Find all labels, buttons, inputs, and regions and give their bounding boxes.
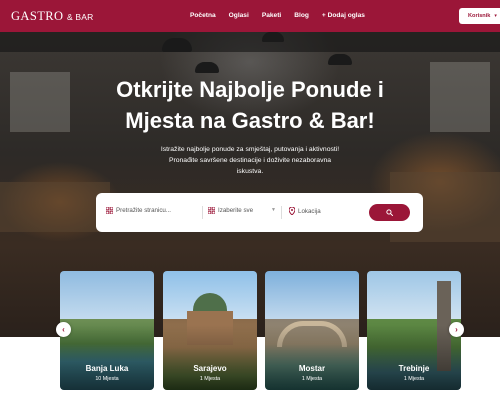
destination-city: Trebinje: [398, 364, 430, 373]
destination-card-banja-luka[interactable]: Banja Luka 10 Mjesta: [60, 271, 154, 390]
hero-subtitle: Istražite najbolje ponude za smještaj, p…: [150, 144, 350, 177]
user-menu-button[interactable]: Korisnik ▾: [459, 8, 500, 24]
nav-item-packages[interactable]: Paketi: [262, 12, 281, 19]
nav-item-listings[interactable]: Oglasi: [229, 12, 249, 19]
main-menu: Početna Oglasi Paketi Blog + Dodaj oglas: [190, 12, 378, 19]
search-query-placeholder: Pretražite stranicu...: [116, 207, 172, 214]
location-placeholder: Lokacija: [298, 207, 321, 215]
background-lamp: [262, 32, 284, 42]
location-field[interactable]: Lokacija: [289, 207, 321, 215]
logo-main-text: GASTRO: [11, 9, 64, 23]
grid-icon: [106, 207, 113, 214]
destination-card-sarajevo[interactable]: Sarajevo 1 Mjesta: [163, 271, 257, 390]
nav-item-add-listing[interactable]: + Dodaj oglas: [322, 12, 365, 19]
destination-city: Sarajevo: [193, 364, 227, 373]
hero-title-line: Otkrijte Najbolje Ponude i: [116, 77, 384, 102]
destination-count: 1 Mjesta: [199, 376, 221, 382]
carousel-prev-button[interactable]: ‹: [56, 322, 71, 337]
destination-count: 1 Mjesta: [403, 376, 425, 382]
hero-title-line: Mjesta na Gastro & Bar!: [125, 108, 375, 133]
category-select-value: Izaberite sve: [218, 207, 254, 214]
search-divider: [281, 206, 282, 219]
grid-icon: [208, 207, 215, 214]
logo-suffix-text: & BAR: [66, 12, 94, 22]
search-query-field[interactable]: Pretražite stranicu...: [106, 207, 171, 214]
search-bar: Pretražite stranicu... Izaberite sve ▼ L…: [96, 193, 423, 232]
search-icon: [386, 209, 393, 216]
search-button[interactable]: [369, 204, 410, 221]
top-navbar: GASTRO & BAR Početna Oglasi Paketi Blog …: [0, 0, 500, 32]
background-lamp: [162, 38, 192, 52]
destination-count: 10 Mjesta: [95, 376, 119, 382]
nav-item-blog[interactable]: Blog: [294, 12, 309, 19]
category-select[interactable]: Izaberite sve: [208, 207, 253, 214]
ceiling-beam: [0, 32, 500, 52]
destination-count: 1 Mjesta: [301, 376, 323, 382]
site-logo[interactable]: GASTRO & BAR: [11, 9, 93, 24]
hero-subtitle-line: iskustva.: [236, 168, 264, 175]
chevron-left-icon: ‹: [62, 325, 65, 334]
destination-city: Mostar: [298, 364, 326, 373]
background-lamp: [328, 54, 352, 65]
location-pin-icon: [289, 207, 295, 215]
background-lamp: [195, 62, 219, 73]
hero-title: Otkrijte Najbolje Ponude i Mjesta na Gas…: [0, 74, 500, 136]
search-divider: [202, 206, 203, 219]
chevron-down-icon: ▼: [271, 207, 276, 213]
card-photo-sky: [265, 271, 359, 325]
hero-subtitle-line: Istražite najbolje ponude za smještaj, p…: [160, 146, 340, 153]
user-menu-label: Korisnik: [468, 13, 491, 19]
chevron-right-icon: ›: [455, 325, 458, 334]
nav-item-home[interactable]: Početna: [190, 12, 216, 19]
chevron-down-icon: ▾: [494, 13, 497, 19]
hero-subtitle-line: Pronađite savršene destinacije i doživit…: [168, 157, 332, 164]
destination-card-mostar[interactable]: Mostar 1 Mjesta: [265, 271, 359, 390]
carousel-next-button[interactable]: ›: [449, 322, 464, 337]
destination-city: Banja Luka: [85, 364, 129, 373]
destination-card-trebinje[interactable]: Trebinje 1 Mjesta: [367, 271, 461, 390]
card-photo-sky: [60, 271, 154, 325]
background-counter: [0, 182, 110, 232]
